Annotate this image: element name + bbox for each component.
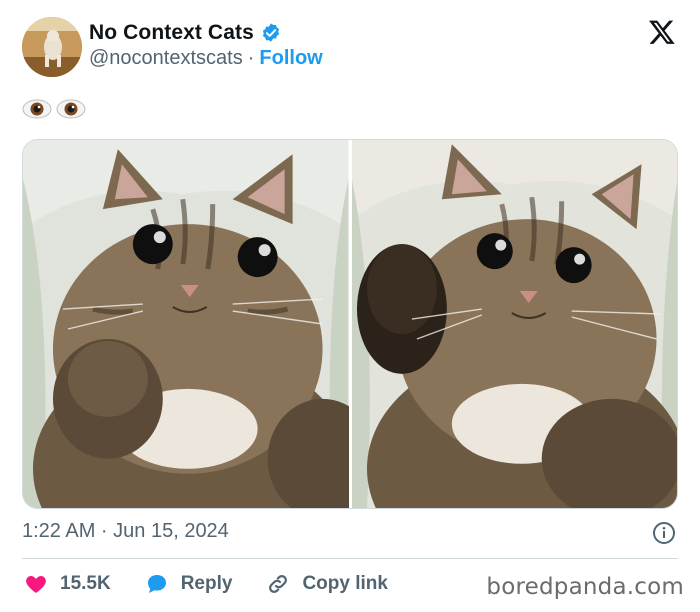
like-count: 15.5K [60,573,111,594]
verified-badge-icon [260,22,282,44]
reply-bubble-icon [147,575,166,593]
reply-button[interactable]: Reply [145,572,233,596]
x-logo-icon[interactable] [648,18,676,46]
action-bar: 15.5K Reply Copy link [24,571,422,597]
display-name-row: No Context Cats [89,21,282,45]
info-icon[interactable] [652,521,676,545]
copy-link-label: Copy link [302,573,388,594]
tweet-text [22,94,90,122]
copy-link-button[interactable]: Copy link [266,572,388,596]
eyes-emoji-icon [56,98,86,120]
display-name[interactable]: No Context Cats [89,21,254,45]
cat-photo-left[interactable] [23,140,349,508]
source-watermark: boredpanda.com [486,574,684,600]
link-icon [269,575,288,593]
separator-dot: · [247,47,255,69]
tweet-media [22,139,678,509]
heart-icon [26,576,46,593]
follow-button[interactable]: Follow [259,47,322,70]
divider [22,558,678,559]
eyes-emoji-icon [22,98,52,120]
like-button[interactable]: 15.5K [24,572,111,596]
profile-avatar[interactable] [22,17,82,77]
user-handle[interactable]: @nocontextscats [89,47,243,70]
cat-photo-right[interactable] [351,140,677,508]
tweet-timestamp[interactable]: 1:22 AM · Jun 15, 2024 [22,520,229,543]
tweet-embed-card: No Context Cats @nocontextscats · Follow [0,0,700,612]
reply-label: Reply [180,573,233,594]
handle-row: @nocontextscats · Follow [89,47,323,70]
